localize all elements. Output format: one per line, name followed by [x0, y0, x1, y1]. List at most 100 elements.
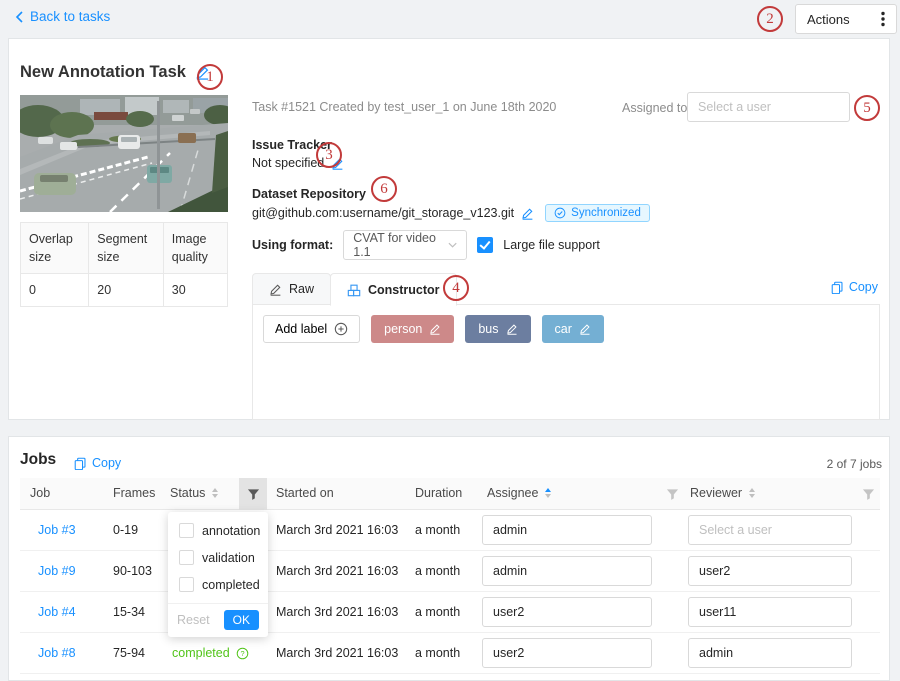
- repository-url: git@github.com:username/git_storage_v123…: [252, 206, 514, 220]
- col-assignee[interactable]: Assignee: [487, 486, 551, 500]
- job-link[interactable]: Job #8: [38, 646, 76, 660]
- assignee-input[interactable]: [482, 556, 652, 586]
- format-selected-value: CVAT for video 1.1: [353, 231, 448, 259]
- question-circle-icon[interactable]: ?: [236, 647, 249, 660]
- add-label-text: Add label: [275, 322, 327, 336]
- kebab-menu-icon: [881, 11, 885, 27]
- jobs-title: Jobs: [20, 451, 56, 469]
- issue-tracker-value-text: Not specified: [252, 156, 324, 170]
- job-started: March 3rd 2021 16:03: [276, 646, 398, 660]
- labels-constructor-panel: Add label person bus car: [252, 304, 880, 420]
- sort-status-icon[interactable]: [212, 488, 218, 498]
- add-label-button[interactable]: Add label: [263, 315, 360, 343]
- task-meta-text: Task #1521 Created by test_user_1 on Jun…: [252, 100, 556, 114]
- param-header-overlap: Overlap size: [21, 223, 89, 274]
- checkbox-validation[interactable]: [179, 550, 194, 565]
- col-reviewer[interactable]: Reviewer: [690, 486, 755, 500]
- pencil-icon: [269, 283, 282, 296]
- status-badge: completed: [172, 646, 230, 660]
- job-duration: a month: [415, 646, 460, 660]
- check-circle-icon: [554, 207, 566, 219]
- labels-copy-label: Copy: [849, 280, 878, 294]
- job-frames: 15-34: [113, 605, 145, 619]
- assigned-to-input[interactable]: [687, 92, 850, 122]
- table-row: Job #4 15-34 March 3rd 2021 16:03 a mont…: [20, 592, 880, 633]
- col-status-label: Status: [170, 486, 205, 500]
- svg-text:?: ?: [240, 648, 244, 657]
- filter-option-validation[interactable]: validation: [168, 544, 268, 571]
- tab-constructor[interactable]: Constructor: [330, 273, 457, 306]
- actions-button[interactable]: Actions: [795, 4, 897, 34]
- col-job: Job: [30, 486, 50, 500]
- task-title: New Annotation Task: [20, 63, 210, 82]
- assignee-input[interactable]: [482, 597, 652, 627]
- label-tag-person[interactable]: person: [371, 315, 454, 343]
- reviewer-input[interactable]: [688, 638, 852, 668]
- assignee-input[interactable]: [482, 638, 652, 668]
- job-link[interactable]: Job #4: [38, 605, 76, 619]
- edit-label-icon[interactable]: [429, 323, 441, 335]
- job-duration: a month: [415, 523, 460, 537]
- table-row: Job #3 0-19 March 3rd 2021 16:03 a month: [20, 510, 880, 551]
- col-assignee-label: Assignee: [487, 486, 538, 500]
- filter-assignee-button[interactable]: [658, 478, 686, 510]
- format-select[interactable]: CVAT for video 1.1: [343, 230, 467, 260]
- label-tag-bus[interactable]: bus: [465, 315, 530, 343]
- filter-status-button[interactable]: [239, 478, 267, 510]
- annotation-marker-1: 1: [197, 64, 223, 90]
- task-params-table: Overlap size Segment size Image quality …: [20, 222, 228, 307]
- actions-label: Actions: [807, 12, 850, 27]
- job-status: completed ?: [172, 646, 249, 660]
- edit-repository-icon[interactable]: [521, 207, 534, 220]
- col-reviewer-label: Reviewer: [690, 486, 742, 500]
- sort-assignee-icon[interactable]: [545, 488, 551, 498]
- job-duration: a month: [415, 605, 460, 619]
- edit-label-icon[interactable]: [579, 323, 591, 335]
- col-status[interactable]: Status: [170, 486, 218, 500]
- dataset-repository-label: Dataset Repository: [252, 187, 366, 201]
- large-file-support-checkbox[interactable]: [477, 237, 493, 253]
- back-to-tasks-label: Back to tasks: [30, 9, 110, 24]
- annotation-marker-5: 5: [854, 95, 880, 121]
- param-header-quality: Image quality: [163, 223, 227, 274]
- sync-status-badge: Synchronized: [545, 204, 650, 222]
- assignee-input[interactable]: [482, 515, 652, 545]
- annotation-marker-6: 6: [371, 176, 397, 202]
- chevron-left-icon: [14, 11, 24, 23]
- funnel-icon: [666, 488, 679, 501]
- plus-circle-icon: [334, 322, 348, 336]
- sync-status-text: Synchronized: [571, 207, 641, 219]
- edit-label-icon[interactable]: [506, 323, 518, 335]
- reviewer-input[interactable]: [688, 556, 852, 586]
- label-tag-car[interactable]: car: [542, 315, 604, 343]
- filter-ok-button[interactable]: OK: [224, 610, 259, 630]
- chevron-down-icon: [448, 242, 457, 248]
- jobs-copy-label: Copy: [92, 456, 121, 470]
- filter-reset-button[interactable]: Reset: [177, 613, 210, 627]
- job-duration: a month: [415, 564, 460, 578]
- checkbox-completed[interactable]: [179, 577, 194, 592]
- filter-option-completed[interactable]: completed: [168, 571, 268, 598]
- job-link[interactable]: Job #9: [38, 564, 76, 578]
- copy-icon: [74, 457, 87, 470]
- jobs-count-label: 2 of 7 jobs: [806, 457, 882, 471]
- filter-option-annotation-label: annotation: [202, 524, 260, 538]
- labels-copy-button[interactable]: Copy: [831, 280, 878, 294]
- reviewer-input[interactable]: [688, 597, 852, 627]
- sort-reviewer-icon[interactable]: [749, 488, 755, 498]
- table-row: Job #9 90-103 March 3rd 2021 16:03 a mon…: [20, 551, 880, 592]
- back-to-tasks-link[interactable]: Back to tasks: [14, 9, 110, 24]
- filter-reviewer-button[interactable]: [854, 478, 882, 510]
- checkbox-annotation[interactable]: [179, 523, 194, 538]
- annotation-marker-3: 3: [316, 142, 342, 168]
- tab-raw[interactable]: Raw: [252, 273, 331, 305]
- job-link[interactable]: Job #3: [38, 523, 76, 537]
- filter-option-annotation[interactable]: annotation: [168, 517, 268, 544]
- col-started: Started on: [276, 486, 334, 500]
- jobs-copy-button[interactable]: Copy: [74, 456, 121, 470]
- task-title-text: New Annotation Task: [20, 63, 186, 82]
- reviewer-input[interactable]: [688, 515, 852, 545]
- param-value-quality: 30: [163, 274, 227, 307]
- param-header-segment: Segment size: [89, 223, 164, 274]
- annotation-marker-2: 2: [757, 6, 783, 32]
